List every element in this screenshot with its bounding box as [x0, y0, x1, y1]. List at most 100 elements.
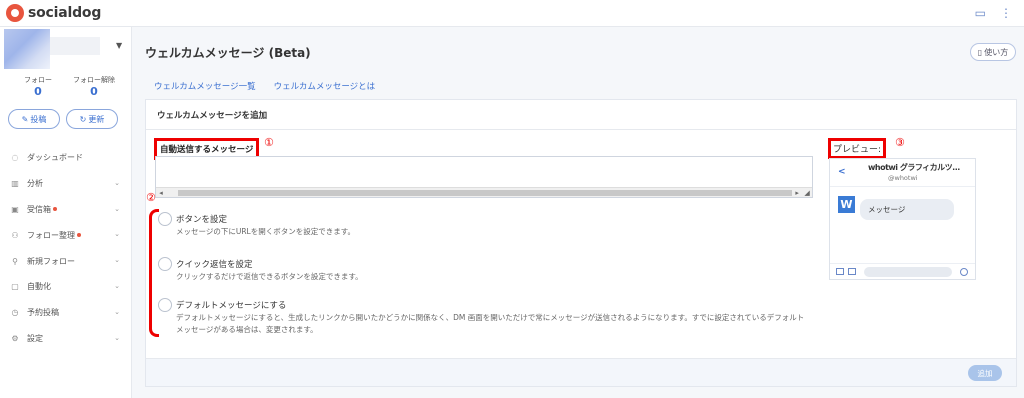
socialdog-logo-icon — [6, 4, 24, 22]
sidebar-item-label: フォロー整理 — [27, 230, 75, 240]
scrollbar-thumb[interactable] — [177, 189, 793, 196]
refresh-icon: ↻ — [79, 114, 87, 124]
annotation-3: ③ — [895, 136, 905, 149]
bar-chart-icon: ▥ — [11, 179, 19, 189]
help-button-label: 使い方 — [984, 47, 1009, 57]
option-desc: メッセージの下にURLを開くボタンを設定できます。 — [176, 227, 355, 236]
add-welcome-panel: ウェルカムメッセージを追加 自動送信するメッセージ ① ◂ ▸ ◢ ② ボタンを… — [145, 99, 1017, 387]
option-radio[interactable] — [158, 212, 172, 226]
sidebar-item-label: 予約投稿 — [27, 308, 59, 318]
back-icon: < — [838, 167, 846, 177]
chevron-down-icon: ⌄ — [114, 256, 120, 265]
sidebar-item-settings[interactable]: ⚙ 設定 ⌄ — [0, 326, 132, 352]
preview-input — [864, 266, 952, 277]
post-button[interactable]: ✎ 投稿 — [8, 109, 60, 129]
tab-welcome-list[interactable]: ウェルカムメッセージ一覧 — [154, 80, 256, 92]
sidebar-item-label: 受信箱 — [27, 204, 51, 214]
sidebar-item-label: 新規フォロー — [27, 256, 75, 266]
preview-label: プレビュー: — [828, 138, 887, 159]
avatar[interactable] — [4, 29, 50, 69]
people-icon: ⚇ — [11, 230, 19, 240]
sidebar-item-dashboard[interactable]: ◌ ダッシュボード — [0, 145, 132, 171]
dm-preview: < whotwi グラフィカルツ... @whotwi W メッセージ — [829, 158, 976, 280]
book-icon: ▯ — [977, 47, 983, 57]
scroll-left-icon[interactable]: ◂ — [156, 189, 166, 197]
sidebar-item-label: 自動化 — [27, 282, 51, 292]
clock-icon: ◷ — [11, 308, 19, 318]
robot-icon: ▢ — [11, 282, 19, 292]
chevron-down-icon: ⌄ — [114, 333, 120, 342]
stat-follow: フォロー 0 — [10, 75, 66, 98]
preview-avatar: W — [838, 196, 855, 213]
sidebar-item-analytics[interactable]: ▥ 分析 ⌄ — [0, 171, 132, 197]
annotation-1: ① — [264, 136, 274, 149]
option-title: デフォルトメッセージにする — [176, 301, 287, 311]
sidebar-item-follow-cleanup[interactable]: ⚇ フォロー整理 ⌄ — [0, 222, 132, 248]
emoji-icon — [960, 267, 968, 276]
keyboard-icon[interactable]: ▭ — [975, 6, 986, 20]
horizontal-scrollbar[interactable]: ◂ ▸ ◢ — [156, 187, 812, 197]
scroll-right-icon[interactable]: ▸ — [792, 189, 802, 197]
option-desc: クリックするだけで返信できるボタンを設定できます。 — [176, 272, 363, 281]
dm-preview-header: < whotwi グラフィカルツ... @whotwi — [830, 159, 975, 187]
stat-value: 0 — [34, 85, 42, 98]
tab-welcome-about[interactable]: ウェルカムメッセージとは — [274, 80, 376, 92]
option-title: ボタンを設定 — [176, 215, 228, 225]
sidebar-buttons: ✎ 投稿 ↻ 更新 — [8, 109, 118, 129]
chevron-down-icon: ⌄ — [114, 204, 120, 213]
sidebar-item-automation[interactable]: ▢ 自動化 ⌄ — [0, 274, 132, 300]
sidebar-item-scheduled-post[interactable]: ◷ 予約投稿 ⌄ — [0, 300, 132, 326]
gear-icon: ⚙ — [11, 333, 19, 343]
page-title: ウェルカムメッセージ (Beta) — [145, 46, 311, 60]
sidebar-item-new-follow[interactable]: ⚲ 新規フォロー ⌄ — [0, 248, 132, 274]
panel-header: ウェルカムメッセージを追加 — [146, 100, 1016, 130]
chevron-down-icon: ⌄ — [114, 281, 120, 290]
sidebar-item-label: 設定 — [27, 333, 43, 343]
logo-text: socialdog — [28, 5, 102, 21]
stat-label: フォロー解除 — [73, 76, 115, 84]
preview-handle: @whotwi — [888, 174, 918, 182]
bulb-icon: ◌ — [11, 153, 19, 163]
sidebar-item-inbox[interactable]: ▣ 受信箱 ⌄ — [0, 197, 132, 223]
preview-name: whotwi グラフィカルツ... — [868, 163, 960, 172]
notification-dot — [77, 233, 81, 238]
option-radio[interactable] — [158, 257, 172, 271]
refresh-button[interactable]: ↻ 更新 — [66, 109, 118, 129]
chevron-down-icon: ⌄ — [114, 230, 120, 239]
sidebar-nav: ◌ ダッシュボード ▥ 分析 ⌄ ▣ 受信箱 ⌄ ⚇ フォロー整理 ⌄ ⚲ 新規… — [0, 145, 132, 351]
option-title: クイック返信を設定 — [176, 260, 253, 270]
option-desc: デフォルトメッセージにすると、生成したリンクから開いたかどうかに関係なく、DM … — [176, 313, 805, 334]
sidebar-item-label: 分析 — [27, 179, 43, 189]
edit-icon: ✎ — [21, 114, 29, 124]
panel-footer: 追加 — [146, 358, 1016, 386]
refresh-button-label: 更新 — [88, 114, 105, 124]
account-caret-icon[interactable]: ▼ — [116, 41, 122, 50]
top-bar: socialdog ▭ ⋮ — [0, 0, 1024, 27]
chevron-down-icon: ⌄ — [114, 178, 120, 187]
options-bracket — [149, 209, 159, 337]
add-button[interactable]: 追加 — [968, 365, 1002, 381]
gif-icon — [848, 268, 856, 275]
account-stats: フォロー 0 フォロー解除 0 — [10, 75, 122, 98]
dm-preview-footer — [830, 263, 975, 279]
more-vert-icon[interactable]: ⋮ — [1000, 6, 1012, 20]
notification-dot — [53, 207, 57, 212]
top-icons: ▭ ⋮ — [975, 6, 1012, 20]
help-button[interactable]: ▯ 使い方 — [970, 43, 1016, 61]
sidebar-item-label: ダッシュボード — [27, 153, 83, 163]
sidebar: ▼ フォロー 0 フォロー解除 0 ✎ 投稿 ↻ 更新 ◌ ダッシュボード ▥ … — [0, 27, 132, 398]
logo[interactable]: socialdog — [6, 4, 101, 22]
post-button-label: 投稿 — [30, 114, 47, 124]
stat-unfollow: フォロー解除 0 — [66, 75, 122, 98]
annotation-2: ② — [146, 191, 156, 204]
option-radio[interactable] — [158, 298, 172, 312]
stat-value: 0 — [90, 85, 98, 98]
message-textarea[interactable]: ◂ ▸ ◢ — [155, 156, 813, 198]
account-name-blurred — [50, 37, 100, 55]
resize-grip-icon[interactable]: ◢ — [802, 189, 812, 197]
tabs: ウェルカムメッセージ一覧 ウェルカムメッセージとは — [154, 80, 375, 92]
chevron-down-icon: ⌄ — [114, 307, 120, 316]
stat-label: フォロー — [24, 76, 52, 84]
search-icon: ⚲ — [12, 256, 18, 266]
image-icon — [836, 268, 844, 275]
